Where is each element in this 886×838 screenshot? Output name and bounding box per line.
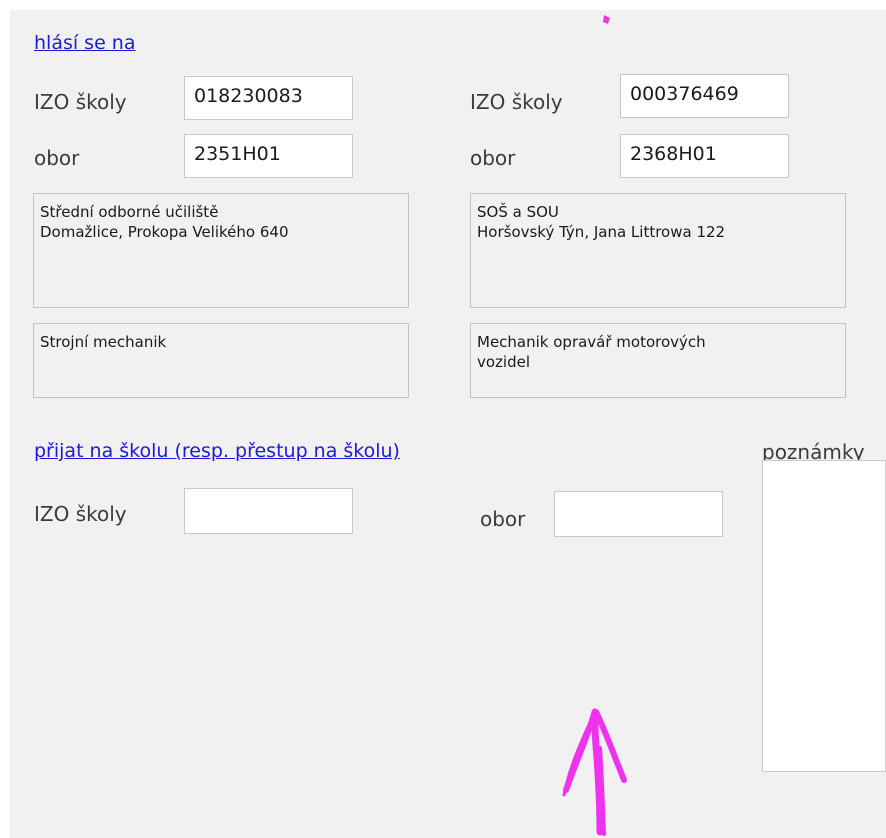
annotation-dot (603, 15, 610, 24)
hand-drawn-up-arrow-icon (562, 708, 627, 836)
annotation-layer (562, 15, 627, 836)
